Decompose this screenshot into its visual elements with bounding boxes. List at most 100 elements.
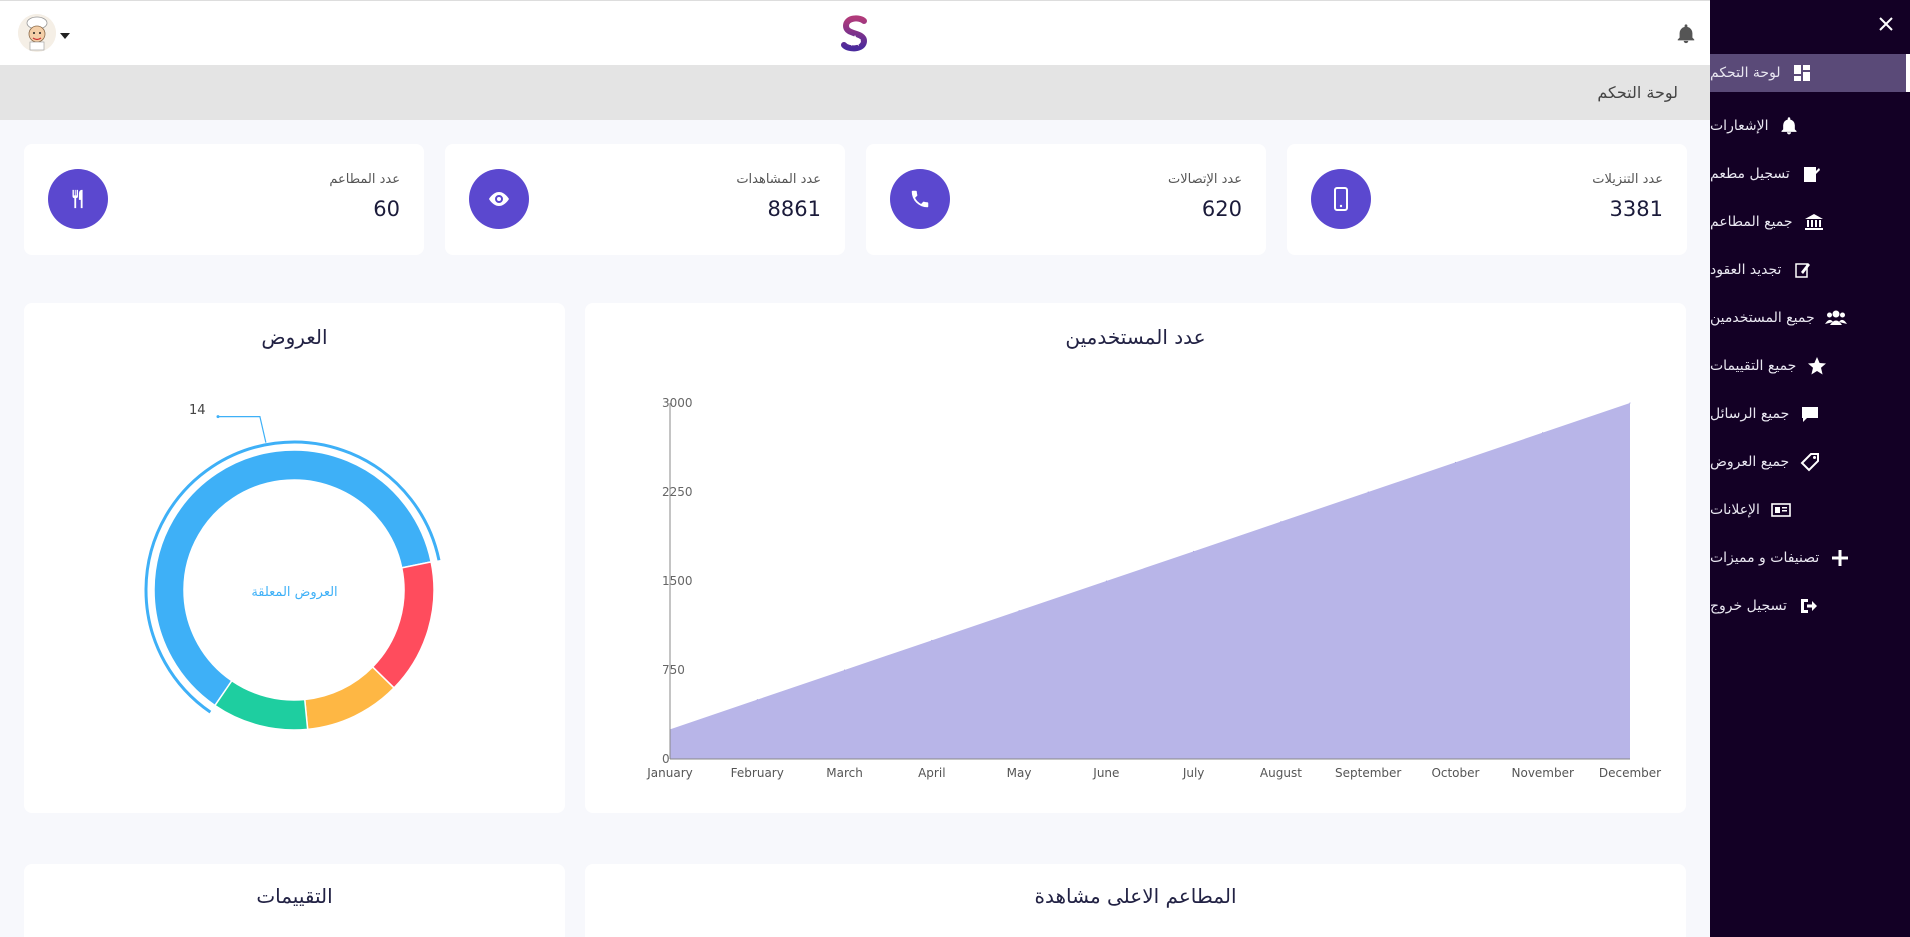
data-point: [931, 639, 933, 641]
sidebar-item-11[interactable]: تسجيل خروج: [1710, 582, 1910, 630]
x-tick-label: May: [1007, 766, 1032, 780]
data-point: [1454, 461, 1456, 463]
user-menu-dropdown-icon[interactable]: [60, 33, 70, 39]
sidebar-item-label: تسجيل خروج: [1710, 598, 1787, 614]
x-tick-label: February: [731, 766, 784, 780]
dashboard-icon: [1791, 62, 1813, 84]
stat-value: 60: [373, 197, 400, 221]
cutlery-icon: [48, 169, 108, 229]
bell-icon: [1778, 115, 1800, 137]
message-icon: [1799, 403, 1821, 425]
users-chart-panel: عدد المستخدمين 0 750 1500 2250 3000 January Fe…: [585, 303, 1686, 813]
sidebar-item-label: تصنيفات و مميزات: [1710, 550, 1820, 566]
sidebar-item-5[interactable]: جميع المستخدمين: [1710, 294, 1910, 342]
sidebar-item-6[interactable]: جميع التقييمات: [1710, 342, 1910, 390]
sidebar-item-label: جميع التقييمات: [1710, 358, 1797, 374]
stat-label: عدد المشاهدات: [736, 172, 821, 187]
app-logo: [840, 15, 870, 53]
call-icon: [890, 169, 950, 229]
stat-card-restaurants: عدد المطاعم 60: [24, 144, 424, 255]
stat-value: 3381: [1609, 197, 1663, 221]
sidebar-item-label: جميع الرسائل: [1710, 406, 1790, 422]
sidebar-item-10[interactable]: تصنيفات و مميزات: [1710, 534, 1910, 582]
sidebar-item-label: جميع المطاعم: [1710, 214, 1793, 230]
logout-icon: [1797, 595, 1819, 617]
sidebar: لوحة التحكم الإشعارات تسجيل مطعم جميع المطا…: [1710, 0, 1910, 937]
top-viewed-title: المطاعم الاعلى مشاهدة: [1034, 884, 1237, 908]
y-tick-label: 0: [662, 752, 670, 766]
ratings-panel: التقييمات: [24, 864, 565, 937]
plus-icon: [1829, 547, 1851, 569]
donut-slice[interactable]: [213, 679, 309, 731]
breadcrumb-bar: لوحة التحكم: [0, 65, 1710, 120]
x-tick-label: August: [1260, 766, 1302, 780]
ads-icon: [1770, 499, 1792, 521]
sidebar-item-label: جميع العروض: [1710, 454, 1790, 470]
x-tick-label: July: [1182, 766, 1205, 780]
star-icon: [1806, 355, 1828, 377]
sidebar-item-3[interactable]: جميع المطاعم: [1710, 198, 1910, 246]
x-tick-label: December: [1599, 766, 1661, 780]
offers-chart-panel: العروض العروض المعلقة 14: [24, 303, 565, 813]
stat-label: عدد التنزيلات: [1592, 172, 1663, 187]
sidebar-item-2[interactable]: تسجيل مطعم: [1710, 150, 1910, 198]
sidebar-item-label: الإعلانات: [1710, 502, 1760, 518]
x-tick-label: April: [918, 766, 945, 780]
donut-center-label: العروض المعلقة: [251, 585, 338, 600]
sidebar-item-8[interactable]: جميع العروض: [1710, 438, 1910, 486]
data-point: [1629, 402, 1631, 404]
sidebar-item-9[interactable]: الإعلانات: [1710, 486, 1910, 534]
stat-card-views: عدد المشاهدات 8861: [445, 144, 845, 255]
offers-donut-chart: [144, 415, 441, 731]
stat-value: 8861: [767, 197, 821, 221]
register-icon: [1800, 163, 1822, 185]
x-tick-label: October: [1431, 766, 1479, 780]
data-point: [1018, 610, 1020, 612]
users-area-chart: 0 750 1500 2250 3000 January February March Apri…: [646, 396, 1661, 780]
close-icon[interactable]: [1876, 14, 1896, 34]
y-tick-label: 1500: [662, 574, 693, 588]
x-tick-label: March: [826, 766, 863, 780]
data-point: [1542, 432, 1544, 434]
x-tick-label: June: [1092, 766, 1119, 780]
donut-callout-line: [218, 416, 267, 443]
data-point: [844, 669, 846, 671]
donut-callout-dot: [216, 415, 220, 419]
top-bar: [0, 0, 1710, 65]
stat-value: 620: [1201, 197, 1242, 221]
stat-card-calls: عدد الإتصالات 620: [866, 144, 1266, 255]
sidebar-menu: لوحة التحكم الإشعارات تسجيل مطعم جميع المطا…: [1710, 54, 1910, 630]
donut-slice[interactable]: [371, 560, 435, 690]
stat-label: عدد المطاعم: [329, 172, 400, 187]
sidebar-item-0[interactable]: لوحة التحكم: [1710, 54, 1910, 92]
y-tick-label: 750: [662, 663, 685, 677]
data-point: [1367, 491, 1369, 493]
sidebar-item-7[interactable]: جميع الرسائل: [1710, 390, 1910, 438]
sidebar-item-label: تسجيل مطعم: [1710, 166, 1790, 182]
tag-icon: [1799, 451, 1821, 473]
top-viewed-panel: المطاعم الاعلى مشاهدة: [585, 864, 1686, 937]
sidebar-item-label: لوحة التحكم: [1710, 65, 1781, 81]
ratings-title: التقييمات: [256, 884, 333, 908]
notifications-bell-icon[interactable]: [1675, 23, 1697, 45]
mobile-phone-icon: [1311, 169, 1371, 229]
sidebar-item-label: تجديد العقود: [1710, 262, 1782, 278]
bank-icon: [1803, 211, 1825, 233]
users-icon: [1824, 307, 1847, 329]
eye-icon: [469, 169, 529, 229]
edit-icon: [1791, 259, 1813, 281]
x-tick-label: November: [1512, 766, 1574, 780]
data-point: [1105, 580, 1107, 582]
sidebar-item-1[interactable]: الإشعارات: [1710, 102, 1910, 150]
sidebar-item-4[interactable]: تجديد العقود: [1710, 246, 1910, 294]
sidebar-item-label: جميع المستخدمين: [1710, 310, 1815, 326]
avatar[interactable]: [18, 14, 56, 52]
y-tick-label: 2250: [662, 485, 693, 499]
data-point: [1193, 550, 1195, 552]
donut-slice[interactable]: [303, 665, 396, 731]
sidebar-item-label: الإشعارات: [1710, 118, 1769, 134]
donut-callout-label: 14: [189, 403, 206, 418]
area-series: [670, 403, 1630, 759]
breadcrumb: لوحة التحكم: [1597, 83, 1678, 102]
stat-card-downloads: عدد التنزيلات 3381: [1287, 144, 1687, 255]
